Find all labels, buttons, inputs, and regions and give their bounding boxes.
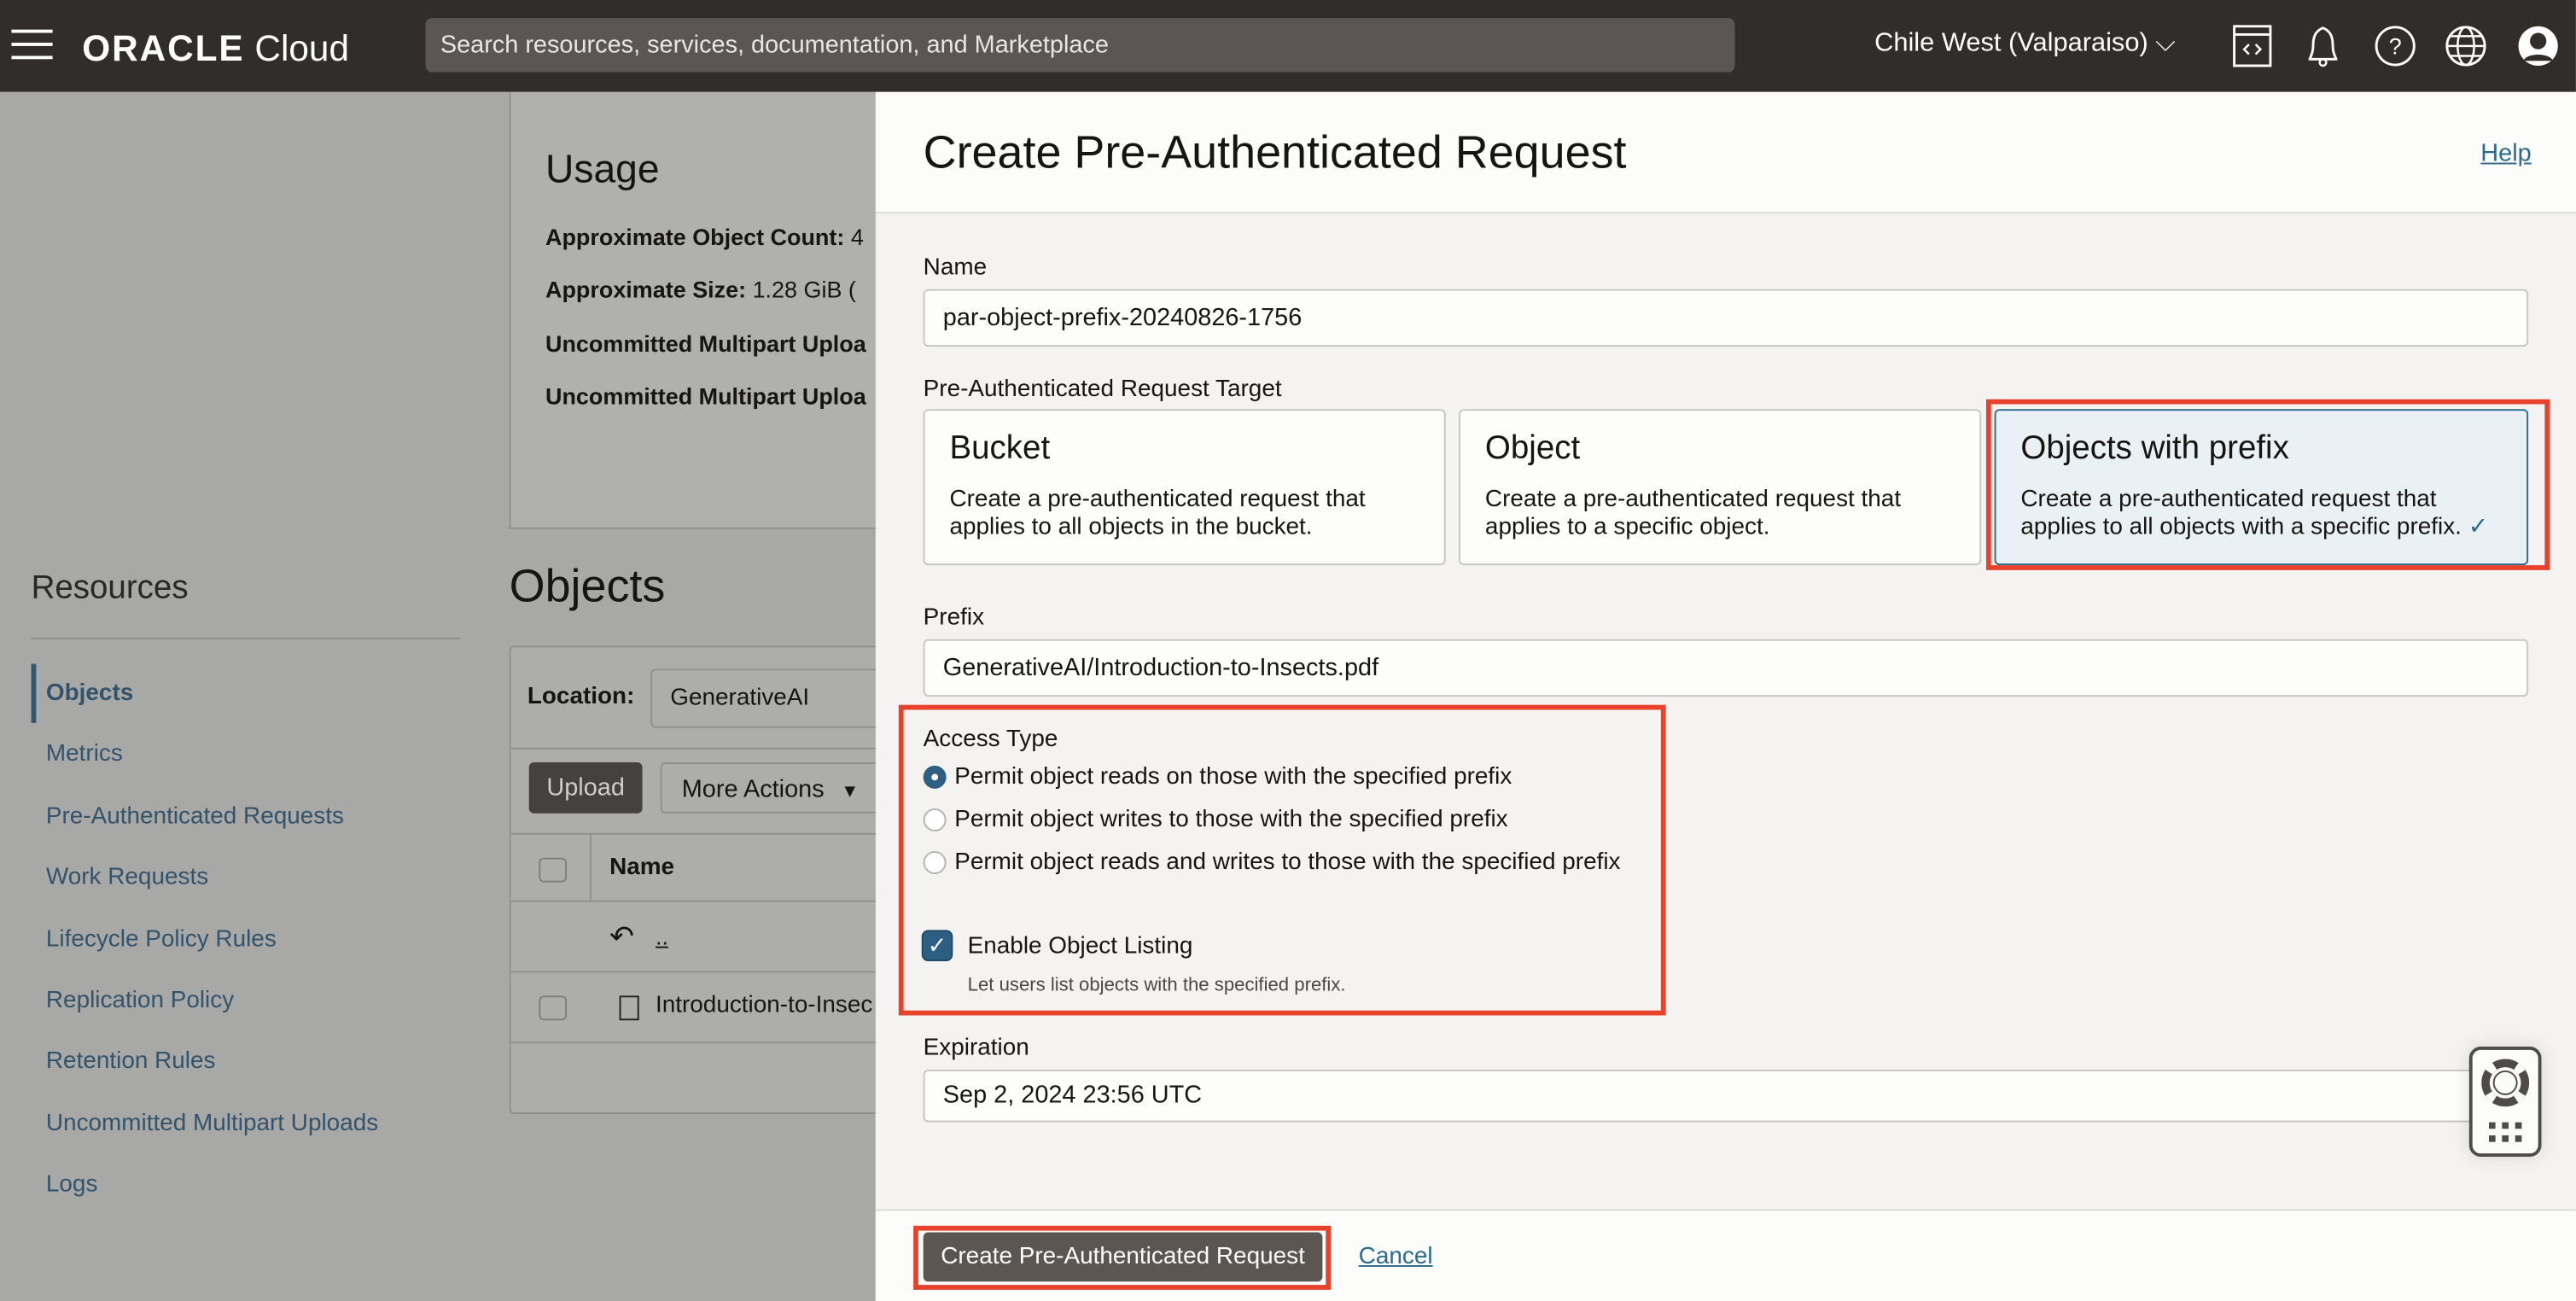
- dialog-footer: Create Pre-Authenticated Request Cancel: [875, 1209, 2576, 1301]
- option-description: Create a pre-authenticated request that …: [1484, 486, 1902, 541]
- developer-tools-icon[interactable]: [2229, 23, 2276, 69]
- location-label: Location:: [527, 683, 635, 710]
- radio-read-label[interactable]: Permit object reads on those with the sp…: [954, 764, 1512, 791]
- file-icon: [619, 995, 639, 1021]
- sidebar-item-pre-authenticated-requests[interactable]: Pre-Authenticated Requests: [32, 803, 344, 830]
- name-label: Name: [923, 254, 988, 282]
- help-link[interactable]: Help: [2480, 140, 2531, 168]
- logo-product: Cloud: [254, 27, 349, 69]
- create-par-dialog: Create Pre-Authenticated Request Help Na…: [875, 91, 2576, 1301]
- chevron-down-icon: ⌵: [2155, 29, 2176, 58]
- enable-listing-help: Let users list objects with the specifie…: [967, 976, 1346, 996]
- help-icon[interactable]: ?: [2372, 23, 2418, 69]
- search-input[interactable]: Search resources, services, documentatio…: [425, 18, 1735, 73]
- hamburger-menu-icon[interactable]: [11, 29, 53, 60]
- support-widget[interactable]: [2468, 1047, 2542, 1157]
- usage-row: Uncommitted Multipart Uploa: [545, 330, 866, 357]
- lifebuoy-icon: [2481, 1059, 2530, 1107]
- usage-row: Approximate Size: 1.28 GiB (: [545, 276, 856, 303]
- usage-title: Usage: [545, 148, 660, 193]
- usage-row: Approximate Object Count: 4: [545, 223, 864, 250]
- more-actions-button[interactable]: More Actions ▼: [660, 762, 877, 814]
- enable-listing-checkbox[interactable]: ✓: [921, 930, 953, 961]
- option-title: Object: [1484, 430, 1581, 467]
- location-input[interactable]: GenerativeAI: [650, 668, 877, 728]
- create-par-button[interactable]: Create Pre-Authenticated Request: [923, 1232, 1323, 1282]
- sidebar-item-metrics[interactable]: Metrics: [32, 741, 123, 767]
- divider: [31, 637, 460, 639]
- enable-listing-label[interactable]: Enable Object Listing: [968, 933, 1193, 960]
- region-selector[interactable]: Chile West (Valparaiso) ⌵: [1874, 30, 2176, 60]
- dialog-header: Create Pre-Authenticated Request Help: [875, 91, 2576, 214]
- expiration-label: Expiration: [923, 1035, 1029, 1062]
- cancel-link[interactable]: Cancel: [1359, 1244, 1433, 1270]
- highlight-box-target: [1985, 399, 2550, 570]
- radio-write-label[interactable]: Permit object writes to those with the s…: [954, 807, 1507, 833]
- resources-heading: Resources: [31, 569, 189, 607]
- radio-read[interactable]: [923, 765, 947, 789]
- access-type-label: Access Type: [923, 726, 1058, 753]
- sidebar-item-work-requests[interactable]: Work Requests: [32, 864, 208, 890]
- region-label: Chile West (Valparaiso): [1874, 29, 2148, 58]
- logo-brand: ORACLE: [82, 27, 245, 69]
- object-name[interactable]: Introduction-to-Insec: [656, 993, 872, 1019]
- row-checkbox[interactable]: [539, 995, 568, 1021]
- column-header-name[interactable]: Name: [609, 855, 674, 881]
- dialog-title: Create Pre-Authenticated Request: [923, 126, 1627, 178]
- parent-folder-link[interactable]: ..: [656, 924, 668, 950]
- language-globe-icon[interactable]: [2443, 23, 2489, 69]
- top-bar: ORACLE Cloud Search resources, services,…: [0, 0, 2576, 92]
- profile-avatar-icon[interactable]: [2515, 23, 2561, 69]
- prefix-input[interactable]: GenerativeAI/Introduction-to-Insects.pdf: [923, 639, 2529, 697]
- objects-heading: Objects: [509, 560, 666, 611]
- radio-read-write[interactable]: [923, 850, 947, 874]
- caret-down-icon: ▼: [841, 782, 860, 802]
- grid-menu-icon: [2488, 1122, 2522, 1142]
- radio-write[interactable]: [923, 808, 947, 831]
- notifications-bell-icon[interactable]: [2300, 23, 2346, 69]
- svg-text:?: ?: [2389, 34, 2402, 60]
- sidebar-item-lifecycle-policy-rules[interactable]: Lifecycle Policy Rules: [32, 927, 277, 954]
- select-all-checkbox[interactable]: [539, 857, 568, 883]
- sidebar-item-logs[interactable]: Logs: [32, 1171, 98, 1198]
- sidebar-item-replication-policy[interactable]: Replication Policy: [32, 988, 234, 1014]
- sidebar-item-uncommitted-multipart-uploads[interactable]: Uncommitted Multipart Uploads: [32, 1111, 378, 1137]
- sidebar-item-retention-rules[interactable]: Retention Rules: [32, 1048, 216, 1075]
- usage-row: Uncommitted Multipart Uploa: [545, 382, 866, 410]
- radio-read-write-label[interactable]: Permit object reads and writes to those …: [954, 849, 1620, 876]
- target-option-bucket[interactable]: Bucket Create a pre-authenticated reques…: [923, 409, 1446, 566]
- prefix-label: Prefix: [923, 604, 985, 632]
- name-input[interactable]: par-object-prefix-20240826-1756: [923, 289, 2529, 347]
- back-arrow-icon[interactable]: ↶: [609, 920, 634, 954]
- usage-panel: Usage Approximate Object Count: 4 Approx…: [509, 91, 877, 529]
- target-label: Pre-Authenticated Request Target: [923, 376, 1282, 403]
- option-description: Create a pre-authenticated request that …: [949, 486, 1366, 541]
- expiration-input[interactable]: Sep 2, 2024 23:56 UTC: [923, 1069, 2501, 1123]
- objects-table-card: Location: GenerativeAI Upload More Actio…: [509, 645, 877, 1114]
- oracle-cloud-logo[interactable]: ORACLE Cloud: [82, 28, 349, 71]
- option-title: Bucket: [949, 430, 1051, 467]
- target-option-object[interactable]: Object Create a pre-authenticated reques…: [1459, 409, 1982, 566]
- sidebar-item-objects[interactable]: Objects: [31, 663, 133, 723]
- upload-button[interactable]: Upload: [528, 762, 643, 814]
